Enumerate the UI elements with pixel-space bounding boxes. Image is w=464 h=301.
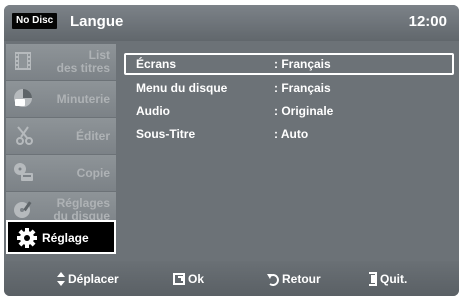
- sidebar-item-label: Minuterie: [56, 92, 110, 106]
- settings-list: Écrans : Français Menu du disque : Franç…: [124, 45, 454, 245]
- quit-label: Quit.: [380, 272, 408, 286]
- sidebar-item-setup[interactable]: Réglage: [6, 220, 116, 254]
- exit-icon: [366, 271, 378, 291]
- settings-row-screens[interactable]: Écrans : Français: [124, 53, 454, 75]
- settings-row-disc-menu[interactable]: Menu du disque : Français: [124, 77, 454, 99]
- settings-row-subtitle[interactable]: Sous-Titre : Auto: [124, 123, 454, 145]
- sidebar-item-label: Réglages: [56, 196, 110, 210]
- sidebar-item-copy[interactable]: Copie: [6, 155, 116, 192]
- sidebar-item-timer[interactable]: Minuterie: [6, 81, 116, 118]
- setting-name: Sous-Titre: [136, 127, 196, 141]
- clock: 12:00: [408, 13, 447, 30]
- page-title: Langue: [70, 13, 124, 30]
- quit-hint: Quit.: [366, 271, 407, 287]
- move-label: Déplacer: [68, 272, 119, 286]
- move-hint: Déplacer: [56, 271, 119, 287]
- screen: No Disc Langue 12:00 List des titres Min…: [0, 0, 464, 301]
- setting-name: Écrans: [136, 57, 177, 71]
- header-bar: No Disc Langue 12:00: [4, 5, 459, 41]
- up-down-arrows-icon: [56, 271, 66, 291]
- back-label: Retour: [282, 272, 321, 286]
- sidebar-item-label: Réglage: [42, 231, 89, 245]
- ok-hint: Ok: [172, 271, 204, 287]
- sidebar-item-label: List: [88, 48, 110, 62]
- setting-value: : Français: [274, 81, 331, 95]
- sidebar-item-title-list[interactable]: List des titres: [6, 44, 116, 81]
- setting-name: Audio: [136, 104, 170, 118]
- disc-status-badge: No Disc: [12, 13, 58, 29]
- sidebar-item-label: des titres: [56, 61, 110, 75]
- setting-value: : Originale: [274, 104, 334, 118]
- settings-row-audio[interactable]: Audio : Originale: [124, 100, 454, 122]
- gear-icon: [16, 227, 38, 249]
- setting-name: Menu du disque: [136, 81, 228, 95]
- menu-window: No Disc Langue 12:00 List des titres Min…: [4, 5, 459, 296]
- setting-value: : Français: [274, 57, 331, 71]
- sidebar-item-label: Copie: [76, 166, 110, 180]
- return-icon: [266, 271, 280, 291]
- back-hint: Retour: [266, 271, 321, 287]
- sidebar-item-label: Éditer: [75, 129, 110, 143]
- ok-label: Ok: [188, 272, 205, 286]
- setting-value: : Auto: [274, 127, 309, 141]
- sidebar-item-edit[interactable]: Éditer: [6, 118, 116, 155]
- footer-bar: Déplacer Ok Retour Quit.: [4, 261, 459, 296]
- enter-icon: [172, 271, 186, 291]
